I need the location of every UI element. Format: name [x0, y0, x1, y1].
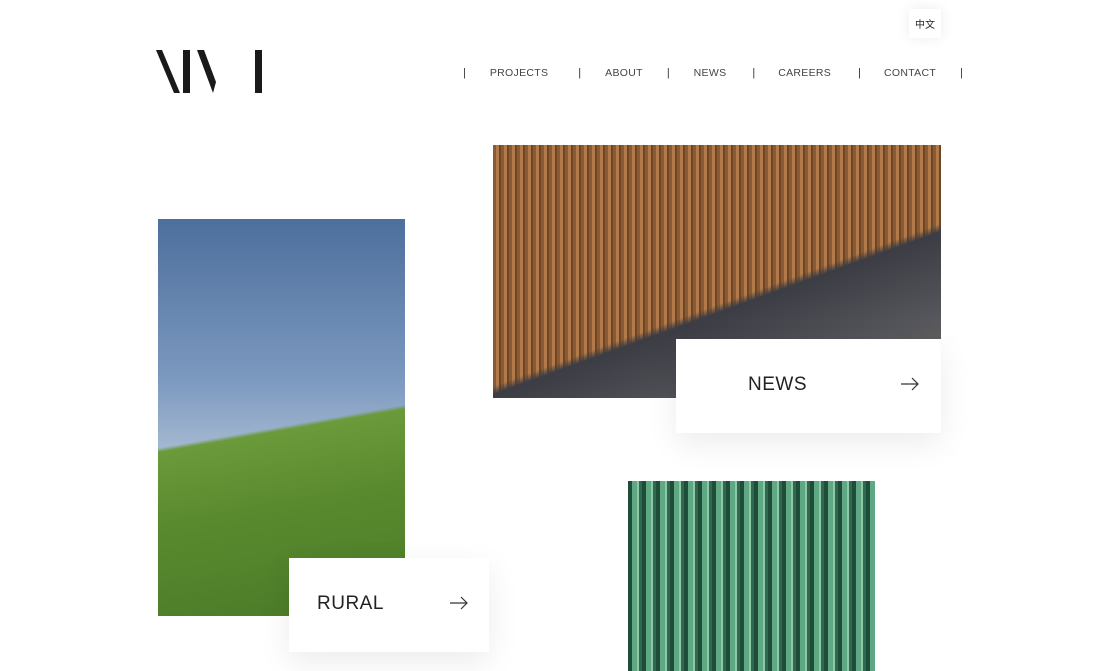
nav-careers[interactable]: CAREERS	[778, 67, 831, 79]
arrow-right-icon[interactable]	[900, 377, 920, 391]
nav-divider: |	[752, 67, 756, 79]
nav-divider: |	[960, 67, 963, 79]
nav-divider: |	[858, 67, 861, 79]
nav-about[interactable]: ABOUT	[605, 67, 643, 79]
arrow-right-icon[interactable]	[449, 596, 469, 610]
rural-project-image[interactable]	[158, 219, 405, 616]
nav-divider: |	[578, 67, 582, 79]
nav-divider: |	[463, 67, 466, 79]
news-tile-card[interactable]: NEWS	[676, 339, 941, 433]
language-toggle-button[interactable]: 中文	[909, 9, 941, 38]
main-nav: | PROJECTS | ABOUT | NEWS | CAREERS | CO…	[463, 66, 963, 80]
nav-divider: |	[666, 67, 670, 79]
green-facade-image[interactable]	[628, 481, 875, 671]
nav-news[interactable]: NEWS	[694, 67, 727, 79]
rural-tile-card[interactable]: RURAL	[289, 558, 489, 652]
rural-tile-label: RURAL	[317, 593, 384, 614]
nav-contact[interactable]: CONTACT	[884, 67, 936, 79]
news-tile-label: NEWS	[748, 374, 807, 395]
logo[interactable]	[156, 50, 264, 94]
nav-projects[interactable]: PROJECTS	[490, 67, 548, 79]
